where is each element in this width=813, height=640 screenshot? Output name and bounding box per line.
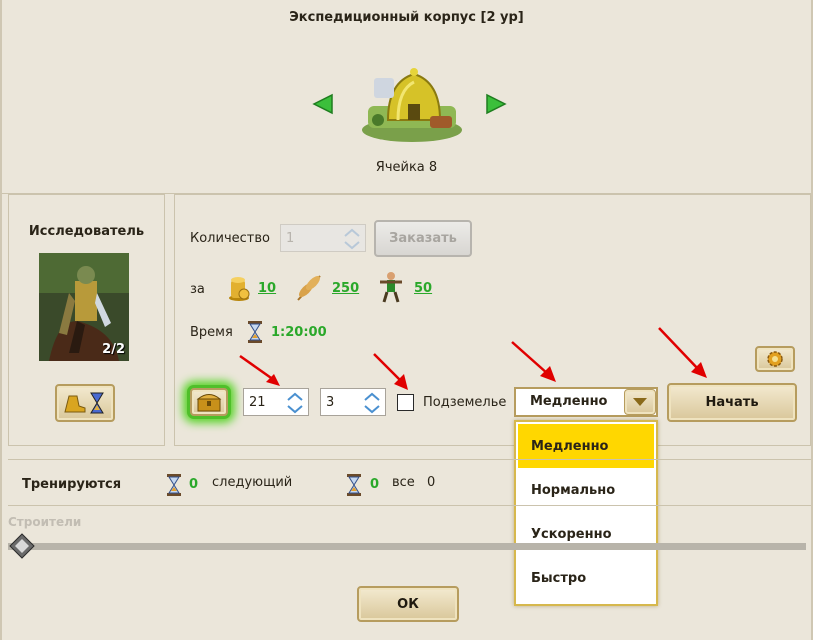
speed-dropdown-list: Медленно Нормально Ускоренно Быстро <box>514 420 658 606</box>
next-arrow-icon[interactable] <box>485 93 507 115</box>
expedition-field-2[interactable]: 3 <box>320 388 386 416</box>
worker-cost[interactable]: 50 <box>414 281 432 296</box>
hourglass-icon <box>167 474 181 496</box>
gear-icon <box>767 351 783 367</box>
dungeon-checkbox[interactable] <box>397 394 414 411</box>
gold-cost[interactable]: 10 <box>258 281 276 296</box>
speed-selected-value: Медленно <box>530 394 608 409</box>
divider <box>8 505 811 506</box>
quantity-stepper[interactable]: 1 <box>280 224 366 252</box>
quantity-label: Количество <box>190 231 270 246</box>
time-label: Время <box>190 325 233 340</box>
chest-button-face <box>190 388 228 416</box>
speed-option-slow[interactable]: Медленно <box>518 424 654 468</box>
prev-arrow-icon[interactable] <box>312 93 334 115</box>
building-image <box>362 68 462 142</box>
settings-button[interactable] <box>755 346 795 372</box>
training-next-count: 0 <box>189 477 199 492</box>
worker-icon <box>380 272 402 303</box>
stepper-arrows-icon[interactable] <box>359 389 385 417</box>
chevron-down-icon <box>633 398 647 406</box>
builders-label: Строители <box>8 515 82 529</box>
unit-name: Исследователь <box>28 224 145 239</box>
slider-handle-icon[interactable] <box>9 533 35 559</box>
quantity-value: 1 <box>286 230 295 246</box>
unit-count-badge: 2/2 <box>102 342 125 357</box>
training-all-value: 0 <box>427 475 436 490</box>
dungeon-label: Подземелье <box>423 395 507 410</box>
window-title: Экспедиционный корпус [2 ур] <box>289 10 524 25</box>
training-label: Тренируются <box>22 477 122 492</box>
hourglass-icon <box>347 474 361 496</box>
training-all-label: все <box>392 475 415 490</box>
expedition-field-1[interactable]: 21 <box>243 388 309 416</box>
speed-dropdown-toggle[interactable] <box>624 389 656 415</box>
builders-slider[interactable] <box>8 543 806 550</box>
time-value: 1:20:00 <box>271 325 327 340</box>
expedition-field-2-value: 3 <box>326 394 335 410</box>
expedition-field-1-value: 21 <box>249 394 266 410</box>
wheat-cost[interactable]: 250 <box>332 281 359 296</box>
wheat-icon <box>297 275 321 301</box>
ok-button[interactable]: ОК <box>357 586 459 622</box>
speed-select[interactable]: Медленно <box>514 387 658 417</box>
hire-upgrade-button[interactable] <box>55 384 115 422</box>
start-button[interactable]: Начать <box>667 383 797 422</box>
training-next-label: следующий <box>212 475 293 490</box>
hourglass-icon <box>248 321 262 343</box>
cost-label: за <box>190 282 205 297</box>
stepper-arrows-icon[interactable] <box>282 389 308 417</box>
unit-portrait[interactable]: 2/2 <box>39 253 129 361</box>
training-all-count: 0 <box>370 477 380 492</box>
cell-label: Ячейка 8 <box>375 160 438 175</box>
chest-icon <box>196 394 222 412</box>
divider <box>8 459 811 460</box>
gold-coins-icon <box>229 277 250 301</box>
boots-hourglass-icon <box>64 392 104 414</box>
speed-option-fast[interactable]: Быстро <box>518 556 654 600</box>
stepper-arrows-icon[interactable] <box>339 225 365 253</box>
expedition-chest-button[interactable] <box>187 385 231 419</box>
order-button[interactable]: Заказать <box>374 220 472 257</box>
